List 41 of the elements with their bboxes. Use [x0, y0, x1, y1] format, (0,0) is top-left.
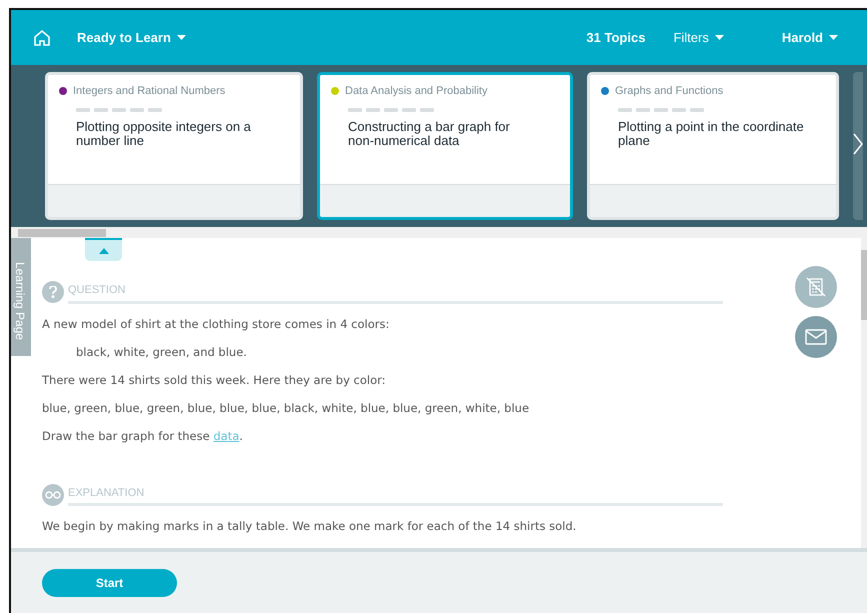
home-icon[interactable] — [33, 28, 51, 46]
user-dropdown[interactable]: Harold — [782, 28, 838, 48]
filters-dropdown[interactable]: Filters — [673, 28, 724, 48]
glasses-icon — [42, 484, 64, 506]
topic-card[interactable]: Integers and Rational Numbers Plotting opposite integers on a number line — [45, 72, 303, 220]
paragraph: black, white, green, and blue. — [75, 344, 248, 360]
caret-up-icon — [98, 248, 108, 254]
card-title: Plotting a point in the coordinate plane — [618, 120, 805, 148]
topics-count: 31 Topics — [586, 28, 646, 47]
paragraph: We begin by making marks in a tally table. We make one mark for each of the 14 shirts sold. — [42, 518, 578, 534]
caret-down-icon — [714, 35, 724, 40]
card-title: Plotting opposite integers on a number line — [76, 120, 252, 148]
paragraph: Draw the bar graph for these data. — [42, 428, 244, 444]
chevron-right-icon[interactable] — [853, 133, 863, 155]
paragraph: A new model of shirt at the clothing store comes in 4 colors: — [42, 316, 390, 332]
topic-card[interactable]: Graphs and Functions Plotting a point in the coordinate plane — [587, 72, 839, 220]
topic-label: Graphs and Functions — [615, 84, 724, 99]
progress-dashes-icon — [348, 108, 434, 112]
learning-page-tab[interactable]: Learning Page — [11, 238, 31, 356]
paragraph: blue, green, blue, green, blue, blue, blue, black, white, blue, blue, green, white, blue — [42, 400, 530, 416]
topic-label: Data Analysis and Probability — [345, 84, 488, 99]
mail-icon[interactable] — [795, 316, 837, 358]
topic-card[interactable]: Data Analysis and Probability Constructing a bar graph for non-numerical data — [317, 72, 573, 220]
ready-to-learn-dropdown[interactable]: Ready to Learn — [77, 28, 186, 48]
caret-down-icon — [829, 35, 838, 40]
start-button[interactable]: Start — [42, 568, 177, 596]
section-heading: EXPLANATION — [68, 486, 144, 498]
progress-dashes-icon — [618, 108, 704, 112]
scrollbar-thumb[interactable] — [18, 228, 106, 236]
topic-label: Integers and Rational Numbers — [73, 84, 226, 99]
collapse-tab[interactable] — [85, 238, 122, 261]
horizontal-scrollbar[interactable] — [11, 227, 867, 238]
section-heading: QUESTION — [68, 284, 126, 296]
paragraph: There were 14 shirts sold this week. Here they are by color: — [42, 372, 387, 388]
scrollbar-thumb[interactable] — [861, 250, 867, 320]
card-title: Constructing a bar graph for non-numerical data — [348, 120, 511, 148]
caret-down-icon — [176, 35, 186, 40]
progress-dashes-icon — [76, 108, 162, 112]
data-link[interactable]: data — [213, 428, 240, 442]
vertical-scrollbar[interactable] — [861, 238, 867, 548]
question-icon — [42, 281, 64, 304]
